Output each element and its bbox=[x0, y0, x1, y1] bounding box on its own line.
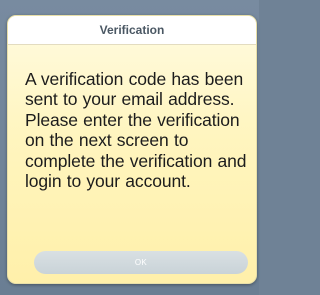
dialog-title: Verification bbox=[99, 23, 165, 37]
dialog-header: Verification bbox=[8, 16, 256, 45]
verification-dialog: Verification A verification code has bee… bbox=[7, 15, 257, 284]
ok-button[interactable]: OK bbox=[34, 251, 248, 274]
ok-button-label: OK bbox=[134, 258, 148, 267]
dialog-message: A verification code has been sent to you… bbox=[25, 69, 247, 192]
